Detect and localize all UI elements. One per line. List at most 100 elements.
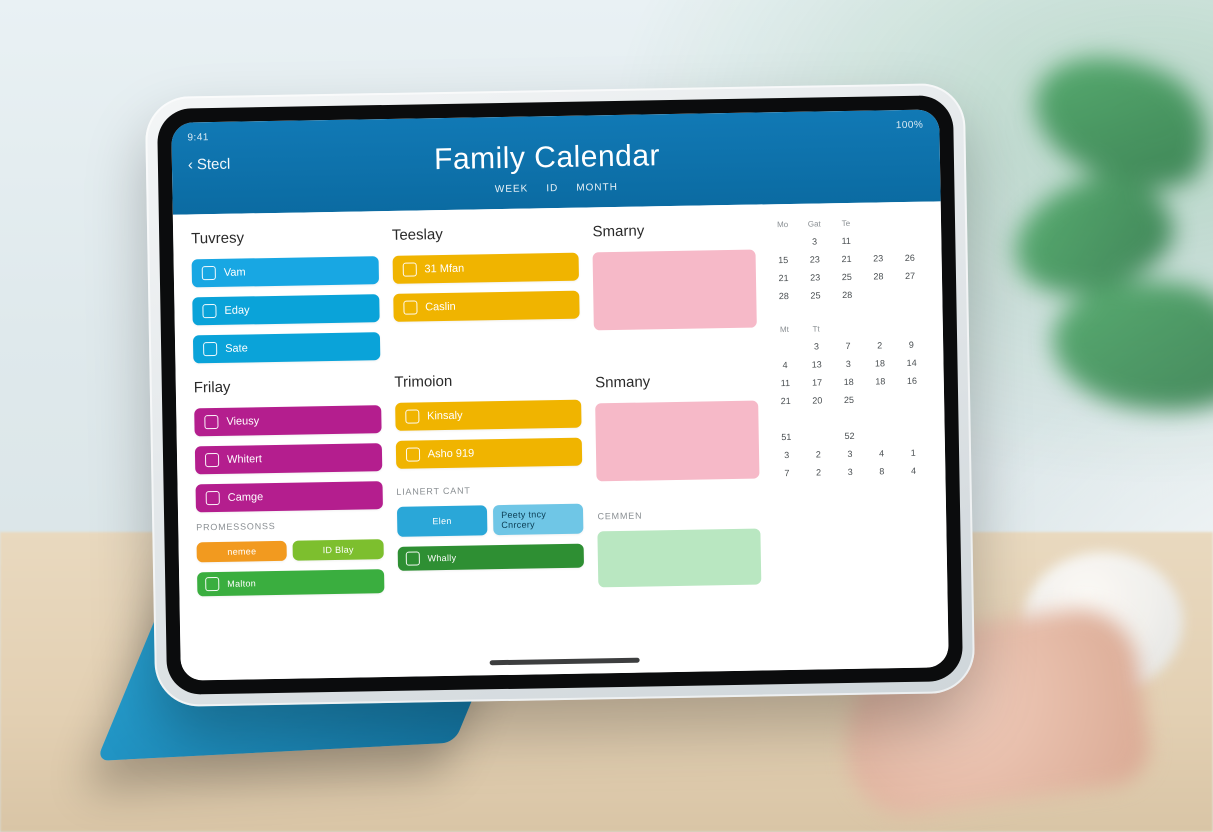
mini-cell[interactable]: 16 [898,374,926,388]
mini-cell[interactable]: 7 [834,339,862,353]
event-chip[interactable]: Malton [197,569,384,596]
status-time: 9:41 [187,132,209,143]
mini-cell[interactable]: 4 [868,446,896,460]
event-chip[interactable]: Vieusy [194,405,381,436]
mini-cell[interactable]: 9 [897,338,925,352]
event-chip[interactable]: nemee [197,541,288,563]
mini-cell[interactable]: 23 [801,270,829,284]
column-4: Mo Gat Te 31115232123262123252827282528 … [769,218,931,649]
mini-cell[interactable]: 51 [772,430,800,444]
mini-calendar-1[interactable]: Mo Gat Te 31115232123262123252827282528 [769,218,925,304]
mini-cell[interactable]: 18 [835,375,863,389]
mini-cell[interactable]: 23 [801,252,829,266]
mini-cell[interactable]: 13 [803,357,831,371]
mini-cell[interactable] [898,392,926,406]
mini-cell[interactable] [771,340,799,354]
square-icon [202,266,216,280]
event-chip[interactable]: Sate [193,332,380,363]
mini-cell[interactable]: 18 [866,356,894,370]
mini-cell[interactable]: 8 [868,464,896,478]
app-header: 9:41 100% ‹ Stecl Family Calendar WEEK I… [171,109,940,214]
column-1: Tuvresy Vam Eday Sate Frilay Vieusy Whit… [191,227,385,658]
mini-cell[interactable]: 28 [770,289,798,303]
mini-cell[interactable] [804,429,832,443]
mini-cell[interactable]: 20 [803,393,831,407]
mini-cell[interactable]: 3 [802,339,830,353]
mini-cell[interactable]: 17 [803,375,831,389]
event-chip[interactable]: Caslin [393,291,580,322]
mini-cell[interactable] [899,428,927,442]
mini-cell[interactable] [769,235,797,249]
mini-cell[interactable]: 2 [804,447,832,461]
event-chip[interactable]: Kinsaly [395,400,582,431]
mini-cell[interactable] [896,233,924,247]
mini-cell[interactable]: 21 [772,394,800,408]
mini-cell[interactable]: 3 [836,447,864,461]
mini-cell[interactable]: 25 [833,270,861,284]
mini-cell[interactable]: 4 [900,464,928,478]
page-title: Family Calendar [236,136,858,181]
section-label: Promessonss [196,519,383,532]
mini-cell[interactable]: 28 [833,288,861,302]
square-icon [406,447,420,461]
tab-id[interactable]: ID [546,183,558,194]
mini-cell[interactable]: 2 [805,465,833,479]
mini-cell[interactable]: 27 [896,269,924,283]
event-chip[interactable]: Eday [192,294,379,325]
mini-cell[interactable] [867,392,895,406]
mini-cell[interactable]: 18 [866,374,894,388]
mini-cell[interactable]: 28 [865,269,893,283]
mini-cell[interactable]: 11 [771,376,799,390]
plant [953,20,1213,420]
event-block[interactable] [598,529,761,588]
mini-cell[interactable]: 11 [832,234,860,248]
tab-week[interactable]: WEEK [495,184,529,196]
back-button[interactable]: ‹ Stecl [188,155,231,173]
square-icon [206,491,220,505]
event-chip[interactable]: Vam [192,256,379,287]
event-chip[interactable]: Whally [397,544,584,571]
square-icon [202,304,216,318]
day-header: Teeslay [392,224,579,244]
event-block[interactable] [596,401,760,482]
mini-cell[interactable]: 7 [773,466,801,480]
status-battery: 100% [896,120,924,131]
event-chip[interactable]: 31 Mfan [392,253,579,284]
mini-cell[interactable] [864,233,892,247]
mini-cell[interactable]: 52 [836,429,864,443]
mini-cell[interactable]: 25 [802,288,830,302]
event-chip[interactable]: Camge [196,481,383,512]
mini-cell[interactable]: 2 [866,338,894,352]
event-chip[interactable]: Elen [397,505,488,537]
mini-cell[interactable]: 21 [770,271,798,285]
mini-cell[interactable]: 3 [801,234,829,248]
mini-cell[interactable]: 26 [896,251,924,265]
calendar-body: Tuvresy Vam Eday Sate Frilay Vieusy Whit… [173,201,949,680]
app-screen: 9:41 100% ‹ Stecl Family Calendar WEEK I… [171,109,949,680]
mini-cell[interactable]: 4 [771,358,799,372]
back-label: Stecl [197,155,231,173]
mini-cell[interactable]: 1 [899,446,927,460]
mini-cell[interactable]: 3 [773,448,801,462]
mini-cell[interactable] [867,428,895,442]
event-chip[interactable]: ID Blay [293,539,384,561]
event-chip[interactable]: Whitert [195,443,382,474]
event-chip[interactable]: Peety tncy Cnrcery [493,504,584,536]
mini-cell[interactable] [896,287,924,301]
mini-calendar-3[interactable]: 51523234172384 [772,428,927,481]
mini-cell[interactable]: 15 [769,253,797,267]
event-block[interactable] [593,250,757,331]
square-icon [204,415,218,429]
mini-cell[interactable]: 25 [835,393,863,407]
mini-cell[interactable]: 21 [833,252,861,266]
mini-cell[interactable]: 3 [834,357,862,371]
mini-cell[interactable]: 14 [898,356,926,370]
square-icon [205,577,219,591]
event-chip[interactable]: Asho 919 [395,438,582,469]
mini-cell[interactable]: 23 [864,251,892,265]
mini-calendar-2[interactable]: Mt Tt 3729413318141117181816212025 [771,323,927,409]
mini-cell[interactable] [865,287,893,301]
mini-cell[interactable]: 3 [836,465,864,479]
square-icon [203,342,217,356]
tab-month[interactable]: MONTH [576,182,618,194]
